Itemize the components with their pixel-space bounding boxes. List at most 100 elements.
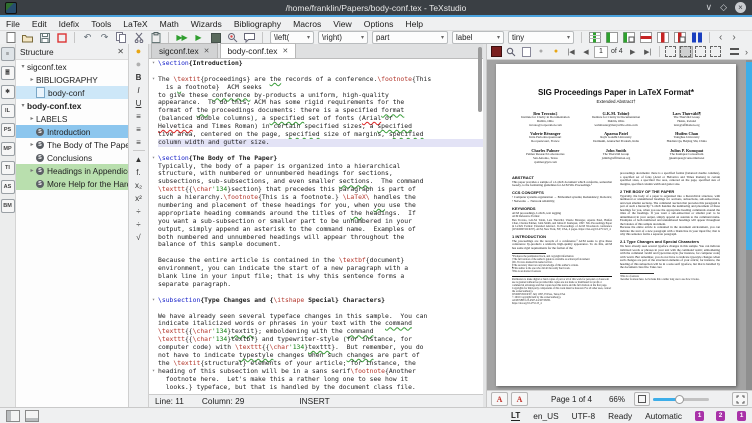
structure-item-the-body-of-the-paper[interactable]: ▸SThe Body of The Paper: [16, 138, 128, 151]
tree-expander-icon[interactable]: ▸: [28, 76, 36, 83]
fit-window-icon[interactable]: [664, 46, 678, 58]
structure-item-body-conf-tex[interactable]: ▾body-conf.tex: [16, 99, 128, 112]
new-document-icon[interactable]: [3, 32, 18, 44]
log-badge-icon[interactable]: 1: [695, 411, 704, 421]
pdf-scrollbar[interactable]: [746, 60, 752, 390]
stop-compile-icon[interactable]: [208, 32, 223, 44]
page-number-input[interactable]: 1: [594, 46, 608, 58]
structure-item-conclusions[interactable]: SConclusions: [16, 151, 128, 164]
next-page-icon[interactable]: ▶: [626, 46, 640, 58]
triangle-icon[interactable]: ▲: [132, 153, 146, 165]
editor-scrollbar[interactable]: [478, 47, 482, 112]
menu-wizards[interactable]: Wizards: [185, 19, 228, 29]
tikz-tab-icon[interactable]: TI: [1, 161, 15, 175]
pdf-copy-icon[interactable]: [519, 46, 533, 58]
zoom-original-icon[interactable]: [634, 392, 650, 406]
align-right-icon[interactable]: ≡: [132, 136, 146, 148]
editor-line[interactable]: separate paragraph.: [149, 281, 483, 289]
add-table-column-icon[interactable]: [587, 32, 602, 44]
align-center-icon[interactable]: ≡: [132, 123, 146, 135]
fraction-alt-icon[interactable]: ÷: [132, 218, 146, 230]
copy-icon[interactable]: [114, 32, 129, 44]
sync-backward-icon[interactable]: ●: [534, 46, 548, 58]
bookmarks-tab-icon[interactable]: 🗏: [1, 66, 15, 80]
comment-bubble-icon[interactable]: [242, 32, 257, 44]
language-indicator[interactable]: en_US: [533, 411, 558, 421]
structure-close-icon[interactable]: ✕: [117, 47, 124, 56]
redo-icon[interactable]: ↷: [97, 32, 112, 44]
log-badge-icon[interactable]: 2: [716, 411, 725, 421]
close-document-icon[interactable]: [54, 32, 69, 44]
sync-forward-icon[interactable]: ●: [549, 46, 563, 58]
save-icon[interactable]: [37, 32, 52, 44]
structure-item-more-help-for-the-hardy[interactable]: SMore Help for the Hardy: [16, 177, 128, 190]
fullscreen-icon[interactable]: [732, 392, 748, 406]
structure-item-sigconf-tex[interactable]: ▾sigconf.tex: [16, 60, 128, 73]
tree-expander-icon[interactable]: ▾: [19, 63, 27, 70]
function-icon[interactable]: f.: [132, 166, 146, 178]
maximize-icon[interactable]: ◇: [720, 2, 727, 13]
editor-line[interactable]: balance of this sample document.: [149, 241, 483, 249]
todo-dot-icon[interactable]: ●: [132, 45, 146, 57]
fold-marker-icon[interactable]: ▾: [149, 76, 158, 84]
editor-line[interactable]: ▾\section{Introduction}: [149, 60, 483, 68]
annotation-a2-icon[interactable]: A: [511, 392, 528, 406]
tree-expander-icon[interactable]: ▸: [28, 141, 36, 148]
tree-expander-icon[interactable]: ▸: [28, 115, 36, 122]
pdf-canvas[interactable]: SIG Proceedings Paper in LaTeX Format* E…: [487, 60, 752, 390]
menu-idefix[interactable]: Idefix: [53, 19, 86, 29]
italic-icon[interactable]: I: [132, 84, 146, 96]
remove-table-cell-icon[interactable]: [672, 32, 687, 44]
symbols-tab-icon[interactable]: ✱: [1, 85, 15, 99]
mark-dot-icon[interactable]: ●: [132, 58, 146, 70]
fontsize-combo[interactable]: tiny▾: [508, 31, 574, 44]
subscript-icon[interactable]: x₂: [132, 179, 146, 191]
remove-table-row-icon[interactable]: [638, 32, 653, 44]
next-document-icon[interactable]: ›: [728, 32, 739, 43]
editor-line[interactable]: ▾\subsection{Type Changes and {\itshape …: [149, 297, 483, 305]
encoding-indicator[interactable]: UTF-8: [572, 411, 596, 421]
pdf-menu-icon[interactable]: [730, 48, 739, 55]
editor-line[interactable]: column width and gutter size.: [149, 139, 483, 147]
remove-table-column-icon[interactable]: [655, 32, 670, 44]
fit-width-icon[interactable]: [694, 46, 708, 58]
pdf-search-icon[interactable]: [504, 46, 518, 58]
pstricks-tab-icon[interactable]: PS: [1, 123, 15, 137]
align-left-icon[interactable]: ≡: [132, 110, 146, 122]
prev-document-icon[interactable]: ‹: [715, 32, 726, 43]
menu-view[interactable]: View: [327, 19, 357, 29]
structure-item-bibliography[interactable]: ▸BIBLIOGRAPHY: [16, 73, 128, 86]
fold-marker-icon[interactable]: ▾: [149, 155, 158, 163]
menu-help[interactable]: Help: [399, 19, 429, 29]
menu-math[interactable]: Math: [154, 19, 185, 29]
structure-item-introduction[interactable]: SIntroduction: [16, 125, 128, 138]
previous-page-icon[interactable]: ◀: [579, 46, 593, 58]
fit-page-icon[interactable]: [679, 46, 693, 58]
annotation-a-icon[interactable]: A: [491, 392, 508, 406]
fold-marker-icon[interactable]: ▾: [149, 368, 158, 376]
structure-item-body-conf[interactable]: body-conf: [16, 86, 128, 99]
tab-sigconf-tex[interactable]: sigconf.tex✕: [151, 43, 218, 58]
open-folder-icon[interactable]: [20, 32, 35, 44]
toggle-sidepanel-icon[interactable]: [6, 410, 20, 422]
toggle-bottompanel-icon[interactable]: [25, 410, 39, 422]
bold-icon[interactable]: B: [132, 71, 146, 83]
underline-icon[interactable]: U: [132, 97, 146, 109]
fold-marker-icon[interactable]: ▾: [149, 297, 158, 305]
tree-expander-icon[interactable]: ▾: [19, 102, 27, 109]
pdf-page[interactable]: SIG Proceedings Paper in LaTeX Format* E…: [496, 64, 736, 386]
add-table-row-icon[interactable]: [604, 32, 619, 44]
fit-text-width-icon[interactable]: [709, 46, 723, 58]
tab-close-icon[interactable]: ✕: [204, 47, 210, 55]
asymptote-tab-icon[interactable]: AS: [1, 180, 15, 194]
undo-icon[interactable]: ↶: [80, 32, 95, 44]
menu-macros[interactable]: Macros: [287, 19, 327, 29]
tab-body-conf-tex[interactable]: body-conf.tex✕: [220, 43, 297, 58]
fold-marker-icon[interactable]: ▾: [149, 60, 158, 68]
reference-combo[interactable]: label▾: [452, 31, 504, 44]
sectioning-combo[interactable]: part▾: [372, 31, 448, 44]
last-page-icon[interactable]: ▶|: [641, 46, 655, 58]
menu-edit[interactable]: Edit: [26, 19, 53, 29]
tree-expander-icon[interactable]: ▸: [28, 167, 36, 174]
sqrt-icon[interactable]: √: [132, 231, 146, 243]
